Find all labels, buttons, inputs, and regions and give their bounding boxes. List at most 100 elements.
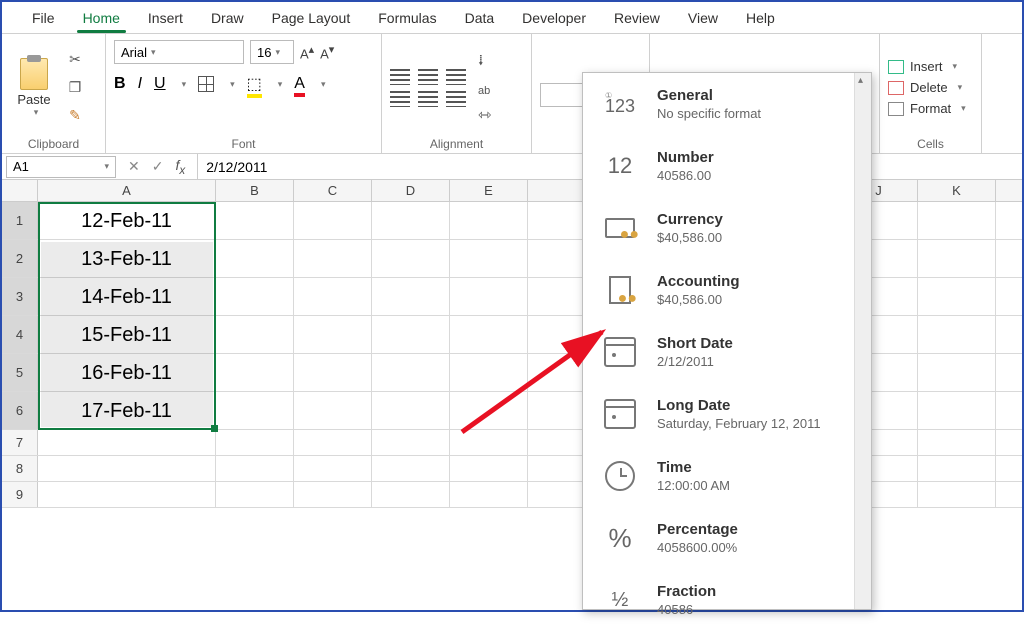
cell[interactable] (918, 456, 996, 481)
font-color-button[interactable]: A (294, 75, 305, 93)
orientation-button[interactable]: ⭭ (478, 50, 491, 77)
align-center-icon[interactable] (418, 91, 438, 107)
cell[interactable] (918, 354, 996, 391)
row-header[interactable]: 5 (2, 354, 38, 391)
cell[interactable]: 17-Feb-11 (38, 392, 216, 429)
tab-draw[interactable]: Draw (197, 2, 258, 34)
tab-file[interactable]: File (18, 2, 69, 34)
cell[interactable] (450, 430, 528, 455)
cell[interactable] (372, 202, 450, 239)
cell[interactable] (38, 456, 216, 481)
insert-cells-button[interactable]: Insert▾ (888, 59, 966, 74)
cell[interactable] (216, 456, 294, 481)
col-header-e[interactable]: E (450, 180, 528, 201)
row-header[interactable]: 2 (2, 240, 38, 277)
cell[interactable] (918, 430, 996, 455)
col-header-k[interactable]: K (918, 180, 996, 201)
cell[interactable] (216, 392, 294, 429)
col-header-c[interactable]: C (294, 180, 372, 201)
row-header[interactable]: 9 (2, 482, 38, 507)
cell[interactable] (294, 354, 372, 391)
cell[interactable] (918, 316, 996, 353)
underline-button[interactable]: U (154, 75, 166, 93)
format-option-currency[interactable]: ●●Currency$40,586.00 (583, 197, 871, 259)
cell[interactable] (918, 278, 996, 315)
cell[interactable] (294, 202, 372, 239)
row-header[interactable]: 8 (2, 456, 38, 481)
format-option-long-date[interactable]: Long DateSaturday, February 12, 2011 (583, 383, 871, 445)
cell[interactable] (216, 482, 294, 507)
row-header[interactable]: 6 (2, 392, 38, 429)
cell[interactable] (372, 316, 450, 353)
tab-insert[interactable]: Insert (134, 2, 197, 34)
cell[interactable] (216, 202, 294, 239)
col-header-a[interactable]: A (38, 180, 216, 201)
row-header[interactable]: 7 (2, 430, 38, 455)
cell[interactable] (918, 202, 996, 239)
cell[interactable]: 15-Feb-11 (38, 316, 216, 353)
cell[interactable] (372, 278, 450, 315)
align-bottom-icon[interactable] (446, 69, 466, 85)
cell[interactable] (450, 240, 528, 277)
cell[interactable] (294, 316, 372, 353)
format-cells-button[interactable]: Format▾ (888, 101, 966, 116)
italic-button[interactable]: I (138, 75, 142, 93)
fx-icon[interactable]: fx (175, 157, 185, 177)
cell[interactable] (372, 240, 450, 277)
cell[interactable] (450, 456, 528, 481)
decrease-font-icon[interactable]: A▾ (320, 43, 334, 61)
cell[interactable]: 14-Feb-11 (38, 278, 216, 315)
align-middle-icon[interactable] (418, 69, 438, 85)
format-option-percentage[interactable]: %Percentage4058600.00% (583, 507, 871, 569)
cell[interactable] (294, 430, 372, 455)
cell[interactable] (294, 392, 372, 429)
format-option-short-date[interactable]: Short Date2/12/2011 (583, 321, 871, 383)
merge-button[interactable]: ⇿ (478, 105, 491, 125)
tab-help[interactable]: Help (732, 2, 789, 34)
tab-formulas[interactable]: Formulas (364, 2, 450, 34)
format-painter-icon[interactable]: ✎ (64, 106, 86, 126)
bold-button[interactable]: B (114, 75, 126, 93)
format-option-general[interactable]: ①123GeneralNo specific format (583, 73, 871, 135)
enter-formula-icon[interactable]: ✓ (152, 158, 164, 175)
cell[interactable]: 12-Feb-11 (38, 202, 216, 239)
cell[interactable] (450, 278, 528, 315)
cell[interactable] (450, 392, 528, 429)
tab-page-layout[interactable]: Page Layout (258, 2, 365, 34)
cell[interactable] (38, 430, 216, 455)
row-header[interactable]: 1 (2, 202, 38, 239)
cell[interactable] (372, 456, 450, 481)
align-left-icon[interactable] (390, 91, 410, 107)
cell[interactable] (216, 354, 294, 391)
align-right-icon[interactable] (446, 91, 466, 107)
cancel-formula-icon[interactable]: ✕ (128, 158, 140, 175)
format-option-accounting[interactable]: ●●Accounting$40,586.00 (583, 259, 871, 321)
borders-button[interactable] (198, 76, 214, 92)
cell[interactable] (216, 240, 294, 277)
fill-color-button[interactable]: ⬚ (247, 74, 262, 94)
cell[interactable] (294, 278, 372, 315)
copy-icon[interactable]: ❐ (64, 78, 86, 98)
col-header-d[interactable]: D (372, 180, 450, 201)
cell[interactable] (294, 456, 372, 481)
delete-cells-button[interactable]: Delete▾ (888, 80, 966, 95)
cell[interactable] (450, 316, 528, 353)
format-option-fraction[interactable]: ½Fraction40586 (583, 569, 871, 631)
tab-home[interactable]: Home (69, 2, 134, 34)
cell[interactable] (450, 482, 528, 507)
cell[interactable] (294, 240, 372, 277)
cell[interactable] (372, 354, 450, 391)
cell[interactable]: 13-Feb-11 (38, 240, 216, 277)
cell[interactable] (918, 240, 996, 277)
cell[interactable] (38, 482, 216, 507)
row-header[interactable]: 4 (2, 316, 38, 353)
select-all-corner[interactable] (2, 180, 38, 201)
font-name-select[interactable]: Arial▾ (114, 40, 244, 64)
cell[interactable] (372, 392, 450, 429)
cell[interactable] (216, 430, 294, 455)
font-size-select[interactable]: 16▾ (250, 40, 294, 64)
cell[interactable] (450, 202, 528, 239)
cell[interactable] (372, 430, 450, 455)
format-option-number[interactable]: 12Number40586.00 (583, 135, 871, 197)
wrap-text-button[interactable]: ab (478, 85, 491, 97)
